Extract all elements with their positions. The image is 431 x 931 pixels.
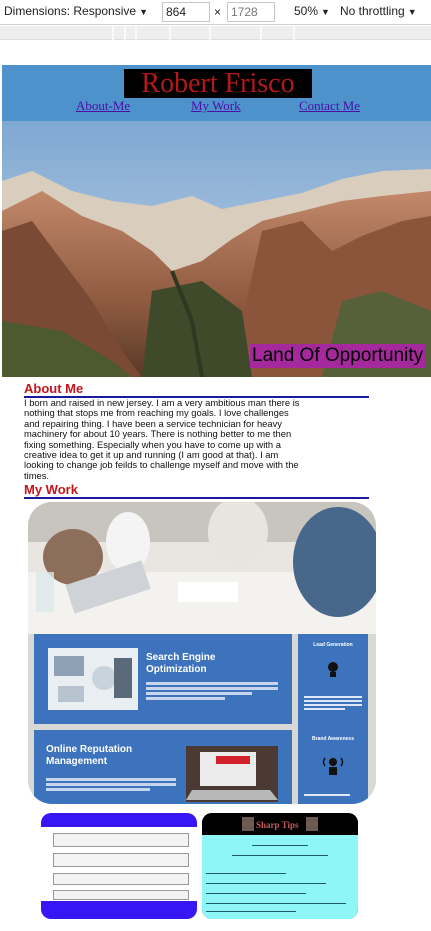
thumb1-box: [53, 890, 189, 900]
site-header: Robert Frisco About-Me My Work Contact M…: [2, 65, 431, 121]
viewport-gutter: [0, 41, 431, 65]
broadcast-person-icon: [322, 754, 344, 776]
thumb1-box: [53, 873, 189, 885]
thumb2-logo-left: [242, 817, 254, 831]
lead-generation-title: Lead Generation: [313, 642, 353, 648]
height-input[interactable]: [227, 2, 275, 22]
emulated-page: Robert Frisco About-Me My Work Contact M…: [2, 65, 431, 931]
throttling-dropdown[interactable]: No throttling ▼: [340, 4, 417, 18]
project-thumbnail-2[interactable]: Sharp Tips: [202, 813, 358, 919]
seo-card-title: Search Engine Optimization: [146, 652, 216, 675]
caret-down-icon: ▼: [407, 7, 417, 17]
nav-contact-link[interactable]: Contact Me: [299, 98, 360, 114]
zoom-label: 50%: [294, 4, 319, 18]
hero-image: Land Of Opportunity: [2, 121, 431, 377]
orm-card-text: [46, 778, 176, 791]
dimensions-label: Dimensions: Responsive: [4, 4, 137, 18]
work-heading: My Work: [24, 482, 369, 499]
about-paragraph: I born and raised in new jersey. I am a …: [24, 397, 300, 481]
about-heading: About Me: [24, 381, 369, 398]
dimensions-dropdown[interactable]: Dimensions: Responsive ▼: [4, 4, 148, 18]
lightbulb-icon: [326, 660, 340, 680]
caret-down-icon: ▼: [321, 7, 330, 17]
caret-down-icon: ▼: [139, 7, 148, 17]
width-input[interactable]: [162, 2, 210, 22]
thumb1-box: [53, 833, 189, 847]
hero-caption: Land Of Opportunity: [250, 344, 426, 368]
nav-about-link[interactable]: About-Me: [76, 98, 130, 114]
project-thumbnail-1[interactable]: [41, 813, 197, 919]
media-query-ruler[interactable]: [0, 26, 431, 40]
orm-card-title: Online Reputation Management: [46, 744, 133, 767]
thumb2-body: [202, 835, 358, 919]
office-photo-image: [28, 502, 376, 634]
nav-work-link[interactable]: My Work: [191, 98, 241, 114]
thumb2-header: Sharp Tips: [202, 813, 358, 835]
seo-card: Search Engine Optimization: [34, 634, 292, 724]
thumb1-box: [53, 853, 189, 867]
devtools-toolbar: Dimensions: Responsive▼ × 50%▼ No thrott…: [0, 0, 431, 25]
brand-awareness-title: Brand Awareness: [312, 736, 354, 742]
times-sign: ×: [214, 5, 222, 19]
lead-generation-text: [304, 696, 362, 710]
work-showcase-image[interactable]: Search Engine Optimization Online Reputa…: [28, 502, 376, 804]
seo-desk-image: [48, 648, 138, 710]
site-title: Robert Frisco: [124, 69, 312, 98]
thumb2-title: Sharp Tips: [256, 820, 299, 830]
laptop-reputation-image: [186, 746, 278, 802]
seo-card-text: [146, 682, 278, 700]
services-sidebar-card: Lead Generation Brand Awareness: [298, 634, 368, 804]
brand-awareness-text: [304, 794, 362, 796]
orm-card: Online Reputation Management: [34, 730, 292, 804]
canyon-landscape-image: [2, 121, 431, 377]
zoom-dropdown[interactable]: 50% ▼: [294, 4, 330, 18]
thumb2-logo-right: [306, 817, 318, 831]
thumb1-header-text: [41, 816, 197, 820]
throttling-label: No throttling: [340, 4, 405, 18]
